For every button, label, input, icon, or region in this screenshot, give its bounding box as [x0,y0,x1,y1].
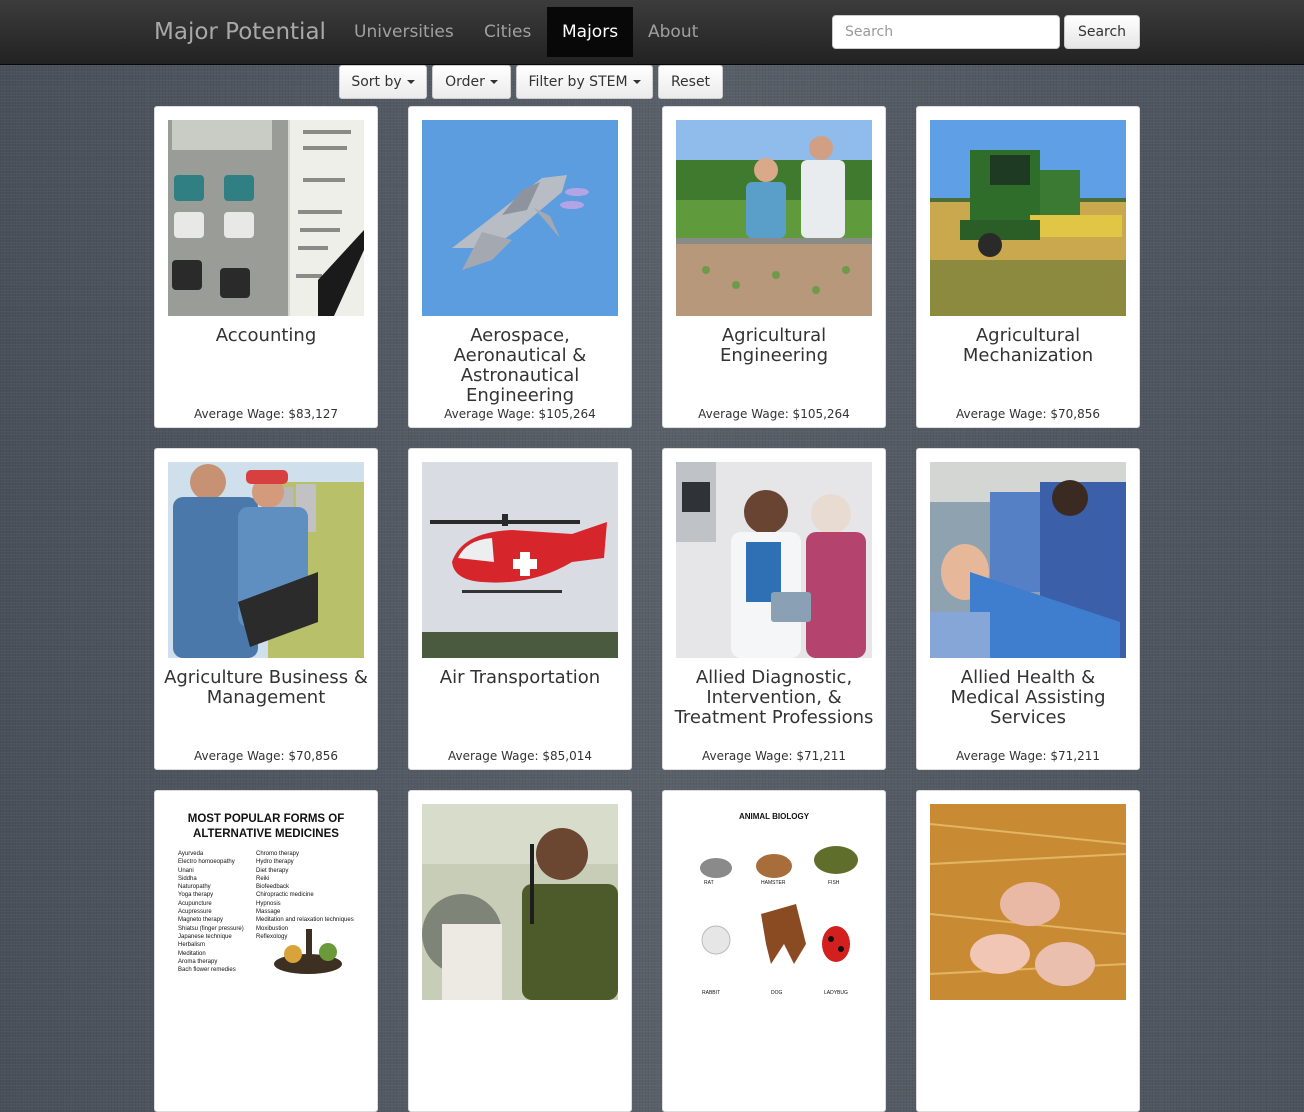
major-card[interactable]: Agriculture Business & Management Averag… [154,448,378,770]
major-name: Aerospace, Aeronautical & Astronautical … [453,325,587,406]
poster-heading: ANIMAL BIOLOGY [738,812,810,821]
nav-about[interactable]: About [633,7,713,57]
average-wage: Average Wage: $85,014 [447,749,593,763]
major-card[interactable] [408,790,632,1112]
nav-cities[interactable]: Cities [469,7,546,57]
calculator-icon [168,120,364,316]
combine-harvester-icon [930,120,1126,316]
major-name: Agricultural Mechanization [962,325,1094,366]
filter-stem-label: Filter by STEM [528,74,628,90]
average-wage: Average Wage: $105,264 [698,407,850,421]
order-dropdown[interactable]: Order [432,65,511,99]
medical-training-icon [930,462,1126,658]
major-card[interactable]: Agricultural Mechanization Average Wage:… [916,106,1140,428]
order-label: Order [445,74,485,90]
major-card[interactable]: Agricultural Engineering Average Wage: $… [662,106,886,428]
major-name: Accounting [215,325,317,346]
major-card[interactable]: Aerospace, Aeronautical & Astronautical … [408,106,632,428]
navbar: Major Potential Universities Cities Majo… [0,0,1304,65]
sort-by-dropdown[interactable]: Sort by [339,65,427,99]
major-card[interactable]: Air Transportation Average Wage: $85,014 [408,448,632,770]
animal-biology-icon: ANIMAL BIOLOGY RAT HAMSTER FISH RABBIT D… [676,804,872,1000]
major-card[interactable]: Allied Health & Medical Assisting Servic… [916,448,1140,770]
average-wage: Average Wage: $70,856 [955,407,1101,421]
major-name: Agricultural Engineering [720,325,828,366]
brand-link[interactable]: Major Potential [154,0,326,64]
field-workers-icon [676,120,872,316]
filter-stem-dropdown[interactable]: Filter by STEM [516,65,653,99]
major-name: Air Transportation [439,667,601,688]
interview-microphone-icon [422,804,618,1000]
average-wage: Average Wage: $71,211 [701,749,847,763]
sort-by-label: Sort by [351,74,402,90]
major-card[interactable]: MOST POPULAR FORMS OF ALTERNATIVE MEDICI… [154,790,378,1112]
caret-down-icon [632,80,641,84]
major-card[interactable] [916,790,1140,1112]
major-name: Agriculture Business & Management [164,667,368,708]
search-input[interactable] [832,15,1060,49]
caret-down-icon [489,80,498,84]
piglets-icon [930,804,1126,1000]
doctor-patient-icon [676,462,872,658]
caret-down-icon [406,80,415,84]
nav-majors[interactable]: Majors [547,7,633,57]
animal-label: RABBIT [702,990,721,996]
jet-icon [422,120,618,316]
animal-label: RAT [704,880,714,886]
animal-label: LADYBUG [824,990,848,996]
average-wage: Average Wage: $105,264 [444,407,596,421]
average-wage: Average Wage: $71,211 [955,749,1101,763]
average-wage: Average Wage: $70,856 [193,749,339,763]
animal-label: FISH [828,880,840,886]
nav-universities[interactable]: Universities [339,7,469,57]
animal-label: HAMSTER [761,880,786,886]
major-card[interactable]: ANIMAL BIOLOGY RAT HAMSTER FISH RABBIT D… [662,790,886,1112]
reset-button[interactable]: Reset [658,65,723,99]
major-name: Allied Health & Medical Assisting Servic… [950,667,1106,728]
helicopter-icon [422,462,618,658]
average-wage: Average Wage: $83,127 [193,407,339,421]
farmers-laptop-icon [168,462,364,658]
major-card[interactable]: Accounting Average Wage: $83,127 [154,106,378,428]
animal-label: DOG [771,990,783,996]
alternative-medicine-poster-icon: MOST POPULAR FORMS OF ALTERNATIVE MEDICI… [168,804,364,1000]
search-button[interactable]: Search [1064,15,1140,49]
major-name: Allied Diagnostic, Intervention, & Treat… [674,667,874,728]
major-card[interactable]: Allied Diagnostic, Intervention, & Treat… [662,448,886,770]
